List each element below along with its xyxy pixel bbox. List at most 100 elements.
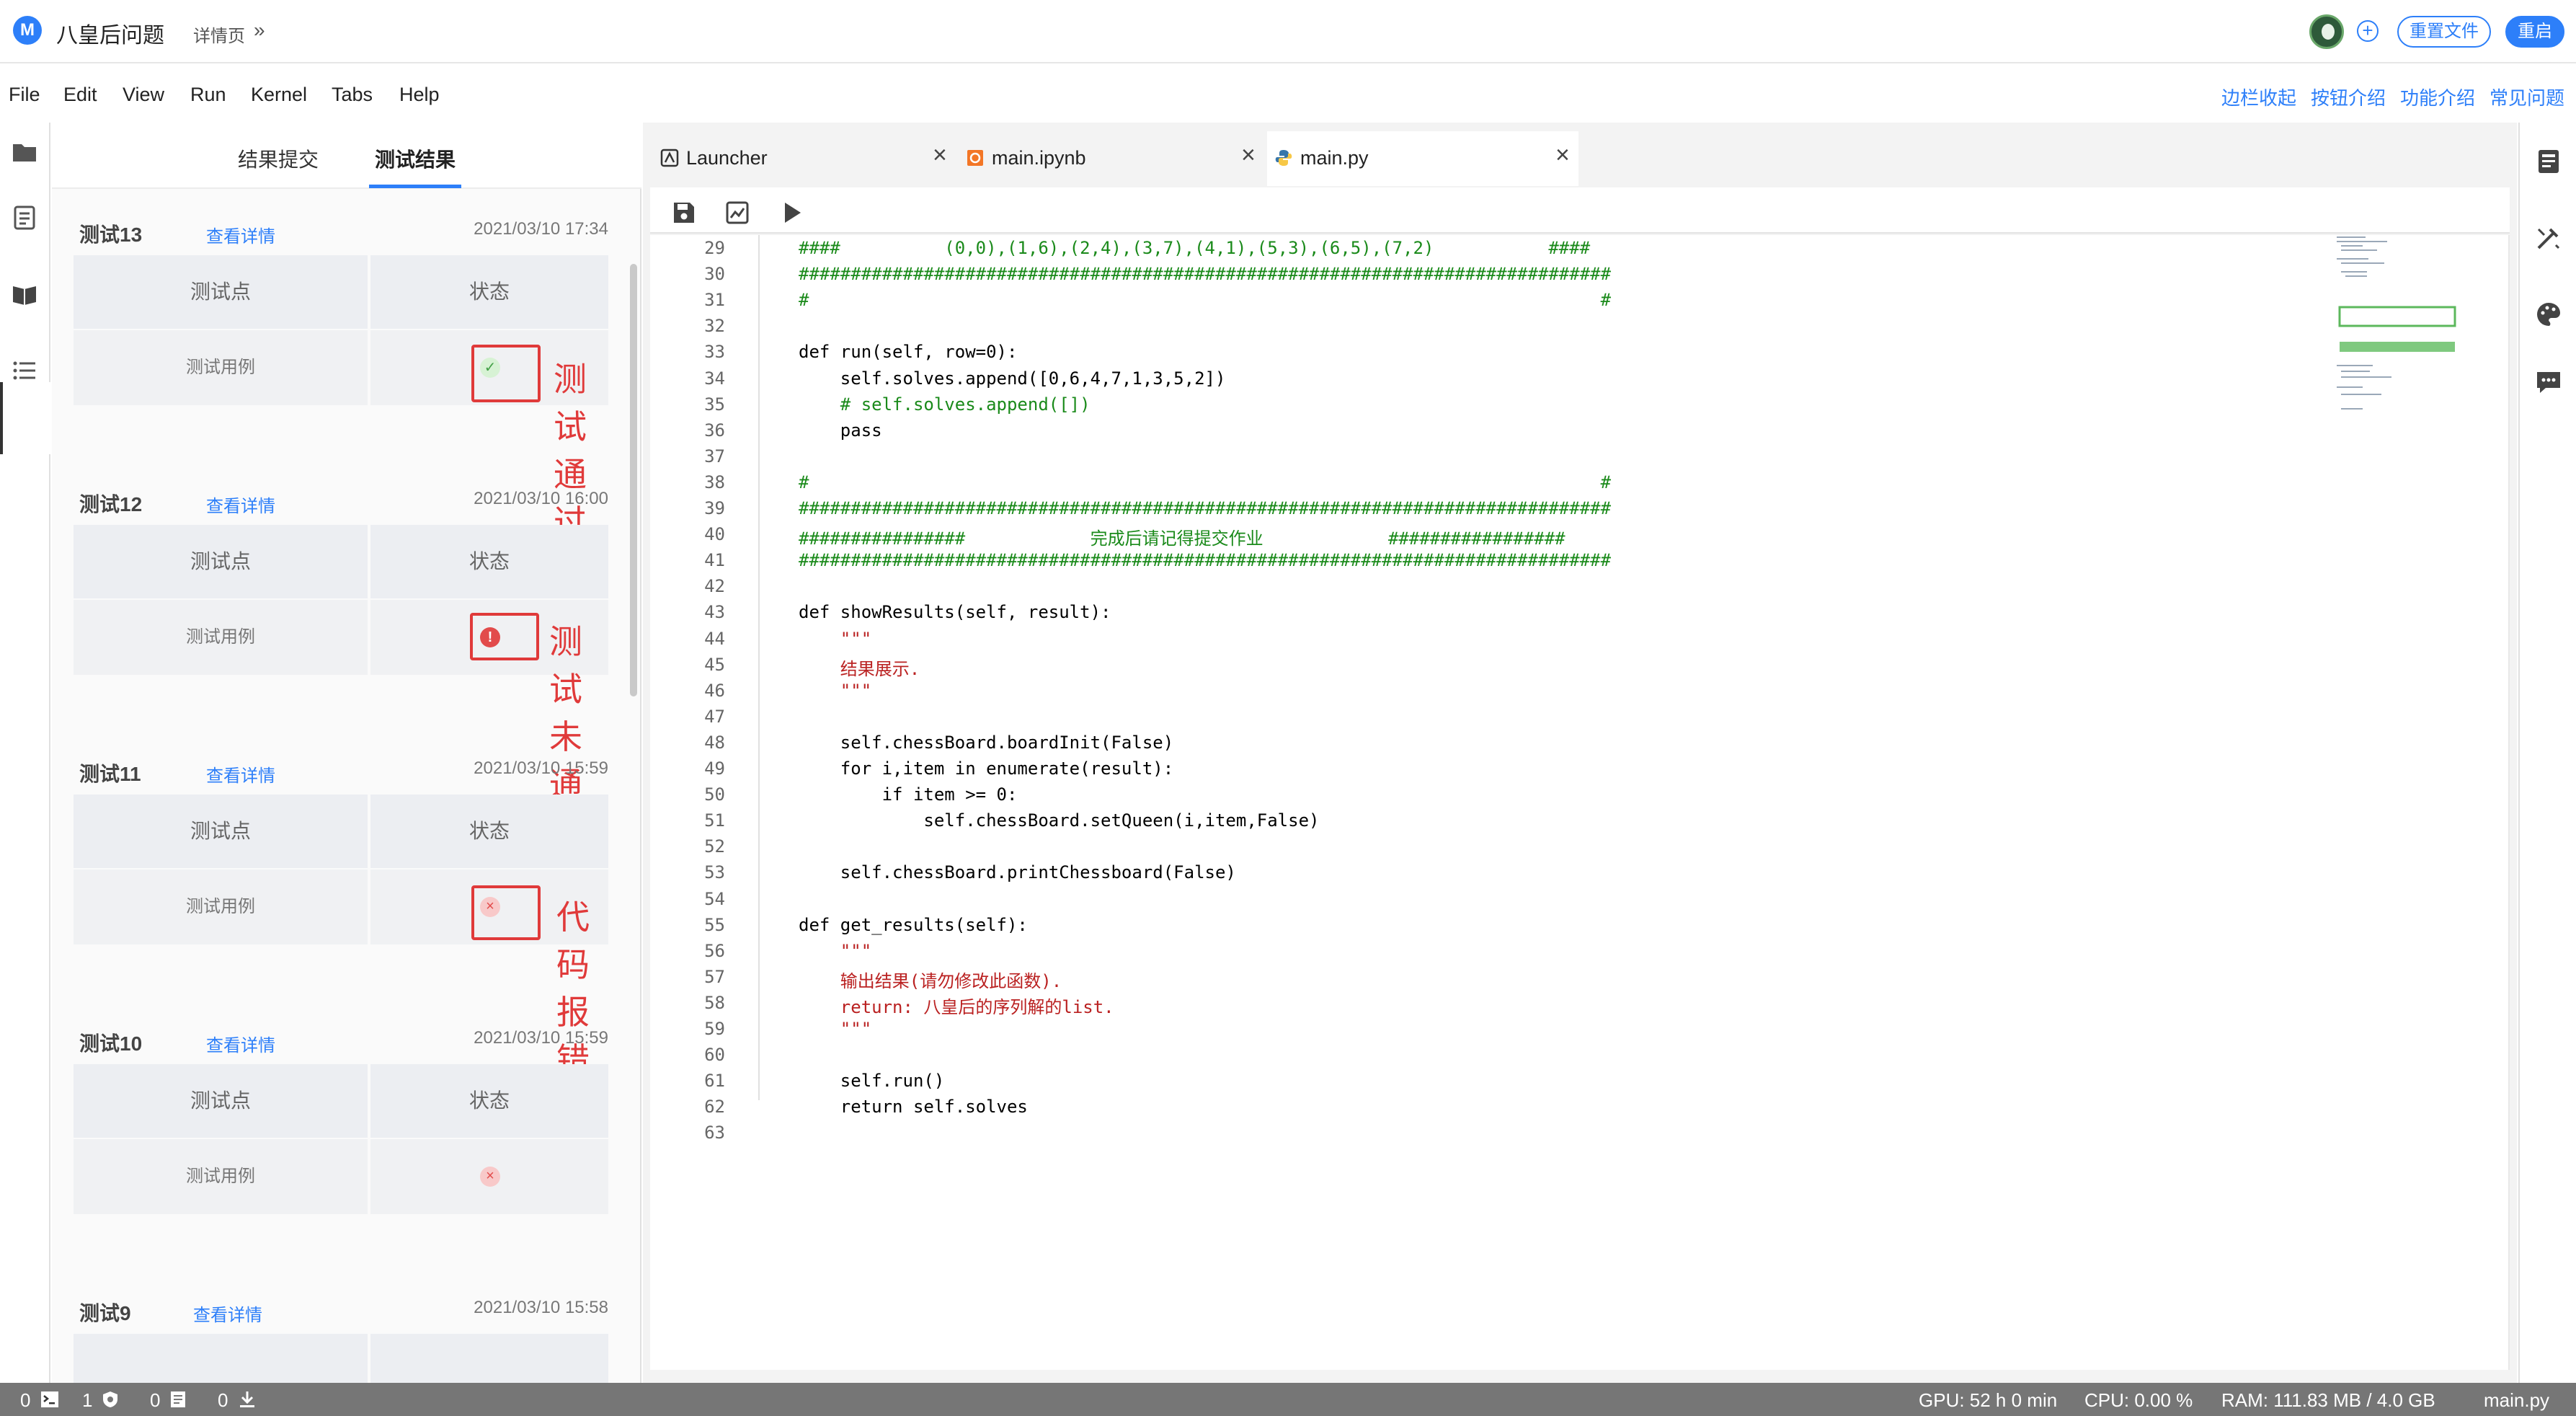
code-line[interactable]: ################ 完成后请记得提交作业 ############… <box>799 524 1565 549</box>
menu-file[interactable]: File <box>9 84 40 106</box>
running-icon[interactable] <box>10 203 39 232</box>
palette-icon[interactable] <box>2534 300 2563 329</box>
launcher-icon <box>660 149 679 167</box>
line-number: 45 <box>704 654 725 675</box>
feature-intro-link[interactable]: 功能介绍 <box>2400 84 2475 110</box>
view-details-link[interactable]: 查看详情 <box>206 222 275 247</box>
column-header-point <box>74 1334 368 1383</box>
book-icon[interactable] <box>10 280 39 309</box>
kernel-icon[interactable] <box>101 1390 120 1409</box>
download-count[interactable]: 0 <box>218 1389 228 1412</box>
folder-icon[interactable] <box>10 137 39 166</box>
panel-scrollbar[interactable] <box>630 264 637 696</box>
code-line[interactable]: self.run() <box>799 1071 945 1091</box>
test-card: 测试12 查看详情 2021/03/10 16:00 测试点 状态 测试用例 !… <box>74 489 608 851</box>
code-line[interactable]: """ <box>799 629 871 649</box>
code-line[interactable]: """ <box>799 1019 871 1039</box>
code-line[interactable]: ########################################… <box>799 498 1611 518</box>
list-icon[interactable] <box>10 356 39 385</box>
code-line[interactable]: return self.solves <box>799 1097 1028 1117</box>
tab-label: main.py <box>1300 147 1369 169</box>
download-icon[interactable] <box>238 1390 257 1409</box>
line-number: 49 <box>704 758 725 779</box>
save-icon[interactable] <box>672 200 696 225</box>
view-details-link[interactable]: 查看详情 <box>193 1301 262 1326</box>
code-line[interactable]: self.chessBoard.setQueen(i,item,False) <box>799 810 1319 831</box>
code-line[interactable]: self.chessBoard.printChessboard(False) <box>799 862 1236 882</box>
code-line[interactable]: for i,item in enumerate(result): <box>799 758 1173 779</box>
view-details-link[interactable]: 查看详情 <box>206 1031 275 1056</box>
code-line[interactable]: ########################################… <box>799 550 1611 570</box>
menu-tabs[interactable]: Tabs <box>332 84 373 106</box>
code-line[interactable]: #### (0,0),(1,6),(2,4),(3,7),(4,1),(5,3)… <box>799 238 1590 258</box>
add-icon[interactable]: + <box>2357 20 2379 42</box>
code-line[interactable]: self.chessBoard.boardInit(False) <box>799 733 1173 753</box>
line-number: 57 <box>704 966 725 987</box>
editor-scrollbar[interactable] <box>2508 235 2510 1370</box>
line-number: 42 <box>704 576 725 597</box>
chart-icon[interactable] <box>725 200 750 225</box>
document-icon[interactable] <box>169 1390 187 1409</box>
close-icon[interactable]: × <box>1241 141 1256 169</box>
menu-help[interactable]: Help <box>399 84 440 106</box>
close-icon[interactable]: × <box>933 141 947 169</box>
button-intro-link[interactable]: 按钮介绍 <box>2311 84 2386 110</box>
code-line[interactable]: 结果展示. <box>799 655 920 680</box>
test-timestamp: 2021/03/10 15:59 <box>474 758 608 778</box>
breadcrumb-detail[interactable]: 详情页 <box>193 22 245 47</box>
code-line[interactable]: # # <box>799 290 1611 310</box>
reset-file-button[interactable]: 重置文件 <box>2397 16 2491 48</box>
code-line[interactable]: """ <box>799 941 871 961</box>
restart-button[interactable]: 重启 <box>2505 16 2564 48</box>
collapse-sidebar-link[interactable]: 边栏收起 <box>2221 84 2296 110</box>
view-details-link[interactable]: 查看详情 <box>206 761 275 787</box>
document-count[interactable]: 0 <box>150 1389 160 1412</box>
top-header: M 八皇后问题 详情页 » + 重置文件 重启 <box>0 0 2576 63</box>
line-number: 40 <box>704 524 725 545</box>
test-name: 测试10 <box>79 1032 143 1055</box>
kernel-count[interactable]: 1 <box>82 1389 92 1412</box>
tab-test-results[interactable]: 测试结果 <box>375 144 456 173</box>
code-line[interactable]: # self.solves.append([]) <box>799 394 1091 415</box>
tab-submit-results[interactable]: 结果提交 <box>238 144 319 173</box>
code-line[interactable]: def run(self, row=0): <box>799 342 1017 362</box>
menu-run[interactable]: Run <box>190 84 226 106</box>
editor-toolbar <box>650 187 2510 234</box>
menu-view[interactable]: View <box>123 84 164 106</box>
test-card: 测试10 查看详情 2021/03/10 15:59 测试点 状态 测试用例 × <box>74 1028 608 1273</box>
faq-link[interactable]: 常见问题 <box>2490 84 2564 110</box>
column-header-status <box>370 1334 608 1383</box>
tools-icon[interactable] <box>2534 224 2563 252</box>
chat-icon[interactable] <box>2534 368 2563 397</box>
view-details-link[interactable]: 查看详情 <box>206 492 275 517</box>
run-icon[interactable] <box>780 200 804 225</box>
code-line[interactable]: # # <box>799 472 1611 492</box>
code-line[interactable]: def get_results(self): <box>799 915 1028 935</box>
code-line[interactable]: """ <box>799 681 871 701</box>
menu-kernel[interactable]: Kernel <box>251 84 307 106</box>
menu-edit[interactable]: Edit <box>63 84 97 106</box>
line-number: 52 <box>704 836 725 857</box>
code-line[interactable]: pass <box>799 420 882 441</box>
code-line[interactable]: ########################################… <box>799 264 1611 284</box>
terminal-icon[interactable] <box>40 1390 59 1409</box>
code-line[interactable]: def showResults(self, result): <box>799 602 1111 622</box>
close-icon[interactable]: × <box>1555 141 1570 169</box>
code-line[interactable]: self.solves.append([0,6,4,7,1,3,5,2]) <box>799 368 1226 389</box>
code-editor[interactable]: 29 #### (0,0),(1,6),(2,4),(3,7),(4,1),(5,… <box>650 235 2510 1370</box>
tab-launcher[interactable]: Launcher × <box>650 131 953 186</box>
tab-main-py[interactable]: main.py × <box>1267 131 1578 186</box>
code-line[interactable]: if item >= 0: <box>799 784 1018 805</box>
test-results-panel: 结果提交 测试结果 测试13 查看详情 2021/03/10 17:34 测试点… <box>52 123 641 1383</box>
api-icon[interactable] <box>2534 147 2563 176</box>
code-line[interactable]: 输出结果(请勿修改此函数). <box>799 967 1062 992</box>
test-case-cell: 测试用例 <box>74 869 368 944</box>
minimap[interactable] <box>2337 235 2459 422</box>
tab-main-ipynb[interactable]: main.ipynb × <box>957 131 1263 186</box>
chevron-right-icon[interactable]: » <box>254 19 265 42</box>
avatar[interactable] <box>2309 14 2344 49</box>
test-case-cell: 测试用例 <box>74 1139 368 1214</box>
code-line[interactable]: return: 八皇后的序列解的list. <box>799 993 1114 1018</box>
terminal-count[interactable]: 0 <box>20 1389 30 1412</box>
line-number: 51 <box>704 810 725 831</box>
